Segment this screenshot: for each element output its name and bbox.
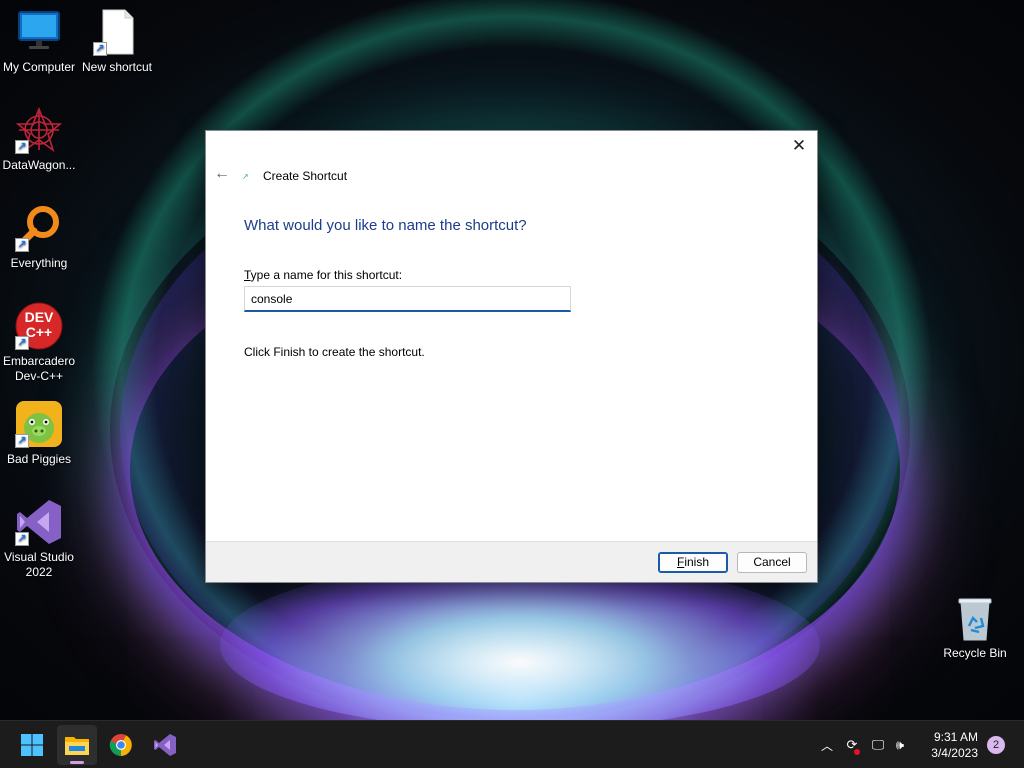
recycle-bin-label: Recycle Bin <box>943 646 1007 660</box>
datawagon-icon: ↗ <box>15 106 63 154</box>
desktop-icon-label: DataWagon... <box>2 158 76 172</box>
shortcut-name-input[interactable] <box>244 286 571 312</box>
finish-button[interactable]: Finish <box>658 552 728 573</box>
label-access-key: T <box>244 268 251 282</box>
desktop-icon-label: Everything <box>10 256 68 270</box>
desktop-icon-devcpp[interactable]: DEV C++ ↗ Embarcadero Dev-C++ <box>0 302 78 384</box>
chevron-up-icon[interactable]: ︿ <box>818 737 836 754</box>
back-arrow-icon[interactable]: ← <box>212 165 232 185</box>
notification-badge[interactable]: 2 <box>987 736 1005 754</box>
finish-label: inish <box>684 555 710 569</box>
magnifier-icon: ↗ <box>15 204 63 252</box>
desktop-icon-label: My Computer <box>2 60 76 74</box>
shortcut-wizard-icon: ↗ <box>242 172 249 181</box>
recycle-bin-icon <box>955 596 995 642</box>
sync-icon[interactable]: ⟳ <box>842 737 862 755</box>
network-icon[interactable]: 🖵 <box>868 737 888 753</box>
shortcut-name-label: Type a name for this shortcut: <box>244 268 402 282</box>
finish-hint: Click Finish to create the shortcut. <box>244 345 425 359</box>
taskbar-clock[interactable]: 9:31 AM 3/4/2023 <box>931 729 978 761</box>
desktop-icon-label: Embarcadero Dev-C++ <box>2 354 76 383</box>
file-explorer-icon <box>65 737 89 755</box>
shortcut-arrow-icon: ↗ <box>15 532 29 546</box>
taskbar-chrome[interactable] <box>101 725 141 765</box>
shortcut-arrow-icon: ↗ <box>15 140 29 154</box>
active-indicator <box>70 761 84 764</box>
shortcut-arrow-icon: ↗ <box>15 238 29 252</box>
desktop-icon-label: Bad Piggies <box>6 452 72 466</box>
clock-date: 3/4/2023 <box>931 746 978 760</box>
taskbar-visual-studio[interactable] <box>145 725 185 765</box>
desktop-icon-visual-studio[interactable]: ↗ Visual Studio 2022 <box>0 498 78 580</box>
blank-file-icon: ↗ <box>93 8 141 56</box>
dialog-heading: What would you like to name the shortcut… <box>244 217 527 234</box>
clock-time: 9:31 AM <box>933 730 978 744</box>
taskbar: ︿ ⟳ 🖵 🕪 9:31 AM 3/4/2023 2 <box>0 720 1024 768</box>
volume-icon[interactable]: 🕪 <box>890 737 910 753</box>
desktop-icon-datawagon[interactable]: ↗ DataWagon... <box>0 106 78 173</box>
desktop-icon-bad-piggies[interactable]: ↗ Bad Piggies <box>0 400 78 467</box>
desktop-icon-label: Visual Studio 2022 <box>4 550 74 579</box>
desktop-icon-everything[interactable]: ↗ Everything <box>0 204 78 271</box>
dialog-title: Create Shortcut <box>263 169 348 183</box>
taskbar-file-explorer[interactable] <box>57 725 97 765</box>
shortcut-arrow-icon: ↗ <box>15 434 29 448</box>
desktop-icon-new-shortcut[interactable]: ↗ New shortcut <box>78 8 156 75</box>
desktop-icon-recycle-bin[interactable]: Recycle Bin <box>940 596 1010 660</box>
chrome-icon <box>109 734 132 756</box>
start-button[interactable] <box>12 725 52 765</box>
devcpp-icon: DEV C++ ↗ <box>15 302 63 350</box>
cancel-button[interactable]: Cancel <box>737 552 807 573</box>
windows-start-icon <box>21 734 43 756</box>
create-shortcut-dialog: ✕ ← ↗ Create Shortcut What would you lik… <box>205 130 818 583</box>
desktop-icon-label: New shortcut <box>81 60 153 74</box>
shortcut-arrow-icon: ↗ <box>15 336 29 350</box>
dialog-footer: Finish Cancel <box>206 541 817 582</box>
close-button[interactable]: ✕ <box>787 135 811 159</box>
visual-studio-icon <box>154 734 176 756</box>
shortcut-arrow-icon: ↗ <box>93 42 107 56</box>
visual-studio-icon: ↗ <box>15 498 63 546</box>
bad-piggies-icon: ↗ <box>15 400 63 448</box>
system-tray: ︿ ⟳ 🖵 🕪 <box>818 721 910 768</box>
desktop-icon-my-computer[interactable]: My Computer <box>0 8 78 75</box>
wallpaper-glow-bottom <box>220 560 820 720</box>
label-text: ype a name for this shortcut: <box>250 268 403 282</box>
monitor-icon <box>15 8 63 56</box>
